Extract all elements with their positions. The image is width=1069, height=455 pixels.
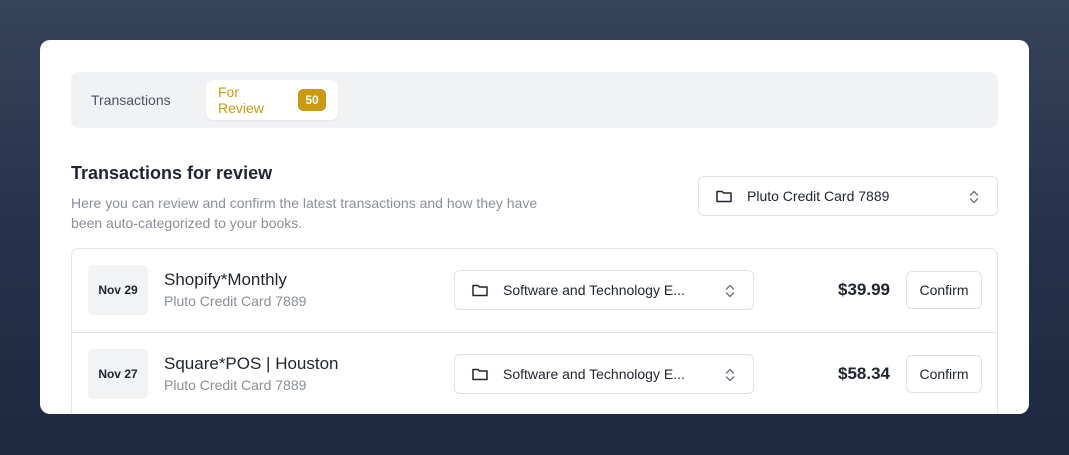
- account-select[interactable]: Pluto Credit Card 7889: [698, 176, 998, 216]
- tab-bar: Transactions For Review 50: [71, 72, 998, 128]
- folder-icon: [471, 365, 489, 383]
- chevron-up-down-icon: [723, 283, 737, 299]
- category-select-label: Software and Technology E...: [503, 366, 685, 382]
- folder-icon: [471, 281, 489, 299]
- transaction-date: Nov 29: [88, 265, 148, 315]
- transaction-row: Nov 29 Shopify*Monthly Pluto Credit Card…: [72, 249, 997, 332]
- category-select[interactable]: Software and Technology E...: [454, 354, 754, 394]
- transaction-amount: $39.99: [838, 280, 890, 299]
- transaction-date: Nov 27: [88, 349, 148, 399]
- transaction-row: Nov 27 Square*POS | Houston Pluto Credit…: [72, 332, 997, 414]
- transaction-account: Pluto Credit Card 7889: [164, 377, 307, 393]
- chevron-up-down-icon: [723, 367, 737, 383]
- confirm-button[interactable]: Confirm: [906, 355, 982, 393]
- confirm-button[interactable]: Confirm: [906, 271, 982, 309]
- tab-for-review-label: For Review: [218, 84, 264, 116]
- transaction-merchant: Square*POS | Houston: [164, 354, 339, 373]
- transaction-amount: $58.34: [838, 364, 890, 383]
- review-card: Transactions For Review 50 Transactions …: [40, 40, 1029, 414]
- account-select-label: Pluto Credit Card 7889: [747, 188, 890, 204]
- category-select[interactable]: Software and Technology E...: [454, 270, 754, 310]
- chevron-up-down-icon: [967, 189, 981, 205]
- tab-transactions-label: Transactions: [91, 92, 171, 108]
- page-title: Transactions for review: [71, 163, 273, 183]
- page-description: Here you can review and confirm the late…: [71, 195, 538, 231]
- transaction-account: Pluto Credit Card 7889: [164, 293, 307, 309]
- tab-for-review[interactable]: For Review 50: [206, 80, 338, 120]
- review-count-badge: 50: [298, 89, 326, 111]
- transaction-merchant: Shopify*Monthly: [164, 270, 287, 289]
- transaction-list: Nov 29 Shopify*Monthly Pluto Credit Card…: [71, 248, 998, 414]
- category-select-label: Software and Technology E...: [503, 282, 685, 298]
- folder-icon: [715, 187, 733, 205]
- tab-transactions[interactable]: Transactions: [79, 80, 183, 120]
